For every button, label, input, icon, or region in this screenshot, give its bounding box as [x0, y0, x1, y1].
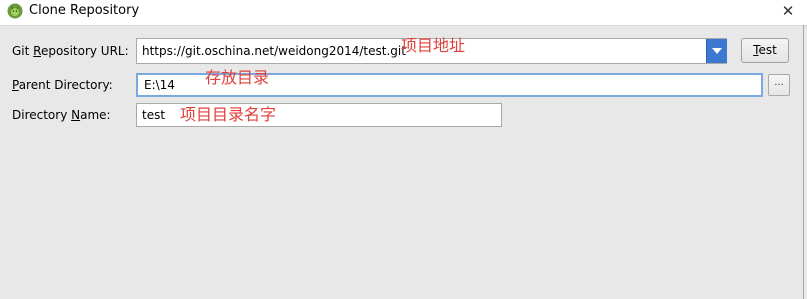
annotation-storage-directory: 存放目录 — [205, 68, 270, 87]
window-title: Clone Repository — [29, 3, 140, 18]
directory-name-value: test — [142, 108, 166, 122]
repository-url-label: Git Repository URL: — [12, 43, 129, 59]
clone-repository-dialog: Clone Repository ✕ Git Repository URL: h… — [0, 0, 807, 299]
url-label-mnemonic: R — [33, 44, 41, 58]
close-icon: ✕ — [781, 2, 795, 20]
android-studio-icon — [7, 3, 23, 19]
name-label-mnemonic: N — [71, 108, 81, 122]
close-button[interactable]: ✕ — [773, 0, 803, 24]
parent-label-mnemonic: P — [12, 78, 19, 92]
chevron-down-icon — [712, 48, 722, 54]
title-bar: Clone Repository ✕ — [0, 0, 807, 25]
name-label-after: ame: — [80, 108, 111, 122]
repository-url-value: https://git.oschina.net/weidong2014/test… — [142, 44, 406, 58]
window-edge — [803, 25, 804, 299]
url-label-before: Git — [12, 44, 34, 58]
browse-button[interactable]: ... — [768, 74, 790, 96]
parent-directory-value: E:\14 — [144, 78, 175, 92]
dialog-body — [0, 25, 807, 299]
directory-name-label: Directory Name: — [12, 107, 111, 123]
annotation-project-directory-name: 项目目录名字 — [180, 105, 277, 124]
annotation-project-address: 项目地址 — [401, 36, 466, 55]
repository-url-dropdown-button[interactable] — [706, 39, 727, 63]
url-label-after: epository URL: — [40, 44, 129, 58]
test-button-label: est — [758, 43, 777, 57]
ellipsis-icon: ... — [774, 77, 784, 88]
parent-label-after: arent Directory: — [18, 78, 113, 92]
test-button[interactable]: Test — [741, 38, 789, 63]
parent-directory-label: Parent Directory: — [12, 77, 113, 93]
name-label-before: Directory — [12, 108, 72, 122]
